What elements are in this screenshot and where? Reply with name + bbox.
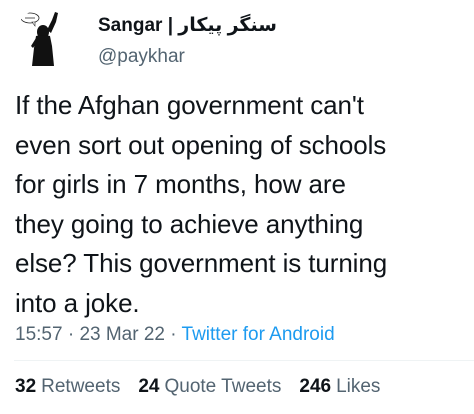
retweets-label: Retweets (41, 376, 121, 397)
author-handle[interactable]: @paykhar (98, 45, 277, 69)
tweet-date[interactable]: 23 Mar 22 (79, 324, 165, 345)
tweet-metadata: 15:57 · 23 Mar 22 · Twitter for Android (15, 323, 335, 347)
quote-tweets-stat[interactable]: 24 Quote Tweets (138, 375, 281, 399)
meta-separator: · (67, 324, 75, 345)
engagement-stats: 32 Retweets 24 Quote Tweets 246 Likes (15, 375, 398, 399)
tweet-header: Sangar | سنگر پیکار @paykhar (14, 8, 277, 70)
author-display-name[interactable]: Sangar | سنگر پیکار (98, 14, 277, 38)
retweets-count: 32 (15, 376, 37, 397)
likes-stat[interactable]: 246 Likes (299, 375, 380, 399)
tweet-card: Sangar | سنگر پیکار @paykhar If the Afgh… (0, 0, 474, 414)
protester-silhouette-icon (14, 8, 76, 70)
likes-label: Likes (336, 376, 381, 397)
retweets-stat[interactable]: 32 Retweets (15, 375, 120, 399)
avatar[interactable] (14, 8, 76, 70)
likes-count: 246 (299, 376, 332, 397)
tweet-source-link[interactable]: Twitter for Android (182, 324, 335, 345)
meta-separator: · (170, 324, 177, 345)
quote-tweets-count: 24 (138, 376, 160, 397)
quote-tweets-label: Quote Tweets (164, 376, 282, 397)
tweet-time[interactable]: 15:57 (15, 324, 63, 345)
tweet-text: If the Afghan government can't even sort… (15, 90, 388, 318)
author-names: Sangar | سنگر پیکار @paykhar (98, 14, 277, 69)
divider (14, 360, 474, 361)
